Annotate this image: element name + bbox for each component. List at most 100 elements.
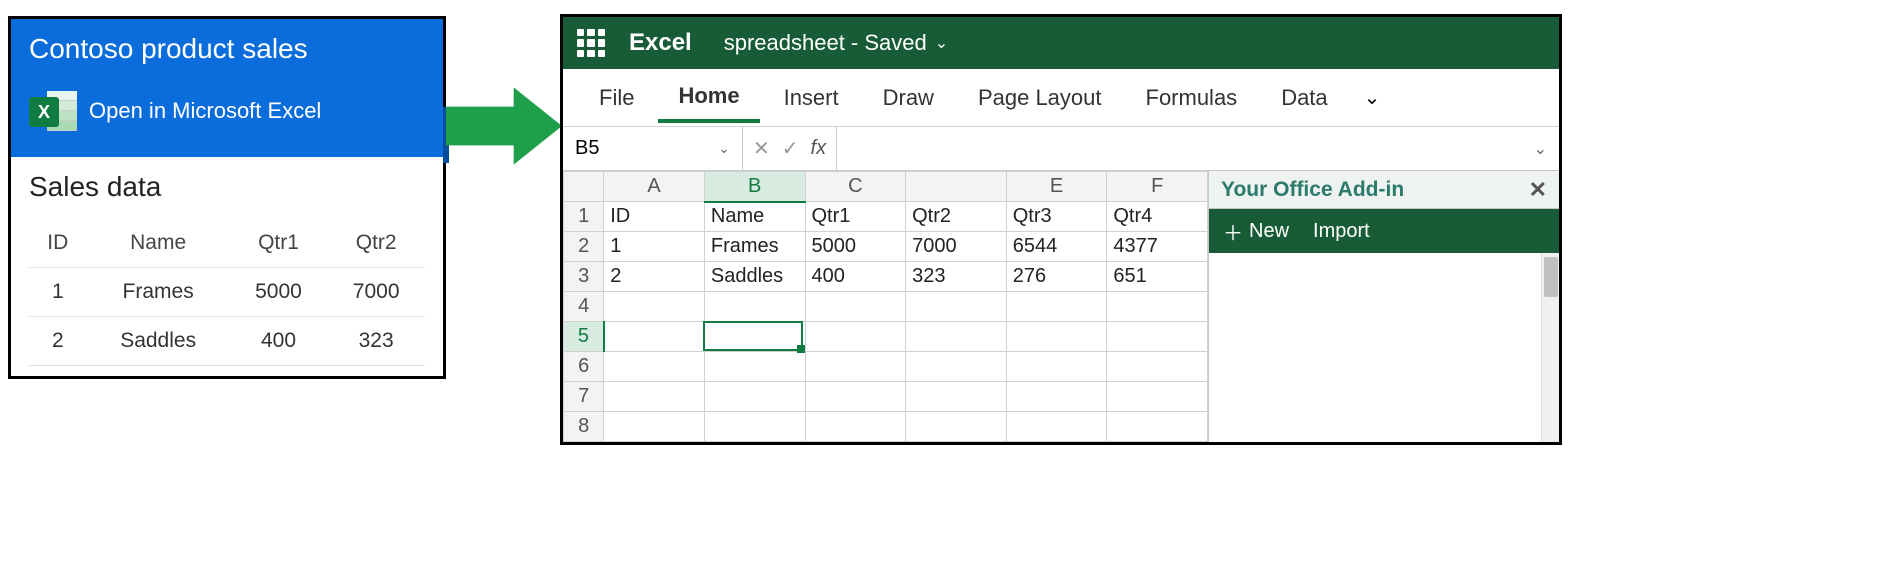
cell[interactable] bbox=[704, 352, 805, 382]
cell[interactable]: 5000 bbox=[805, 232, 906, 262]
cell[interactable] bbox=[704, 322, 805, 352]
cell[interactable] bbox=[805, 292, 906, 322]
cell[interactable]: Name bbox=[704, 202, 805, 232]
table-row: 1Frames50007000 bbox=[29, 268, 425, 317]
tab-formulas[interactable]: Formulas bbox=[1126, 75, 1258, 121]
formula-input[interactable] bbox=[837, 127, 1522, 170]
scrollbar[interactable] bbox=[1541, 253, 1559, 442]
row-header[interactable]: 7 bbox=[564, 382, 604, 412]
cell[interactable]: Qtr4 bbox=[1107, 202, 1208, 232]
plus-icon: ＋ bbox=[1223, 217, 1243, 246]
cell[interactable]: Qtr2 bbox=[906, 202, 1007, 232]
row-header[interactable]: 5 bbox=[564, 322, 604, 352]
cell[interactable] bbox=[604, 412, 705, 442]
task-pane-title: Your Office Add-in bbox=[1221, 178, 1404, 202]
cell[interactable]: Frames bbox=[704, 232, 805, 262]
chevron-down-icon[interactable]: ⌄ bbox=[935, 33, 948, 53]
cell[interactable]: Saddles bbox=[704, 262, 805, 292]
row-header[interactable]: 1 bbox=[564, 202, 604, 232]
name-box[interactable]: B5 ⌄ bbox=[563, 127, 743, 170]
document-name[interactable]: spreadsheet - Saved bbox=[724, 30, 927, 56]
scrollbar-thumb[interactable] bbox=[1544, 257, 1558, 297]
cell[interactable]: ID bbox=[604, 202, 705, 232]
chevron-down-icon[interactable]: ⌄ bbox=[1522, 139, 1559, 159]
column-header[interactable]: E bbox=[1006, 172, 1107, 202]
cell[interactable] bbox=[1006, 292, 1107, 322]
cell[interactable]: 323 bbox=[906, 262, 1007, 292]
column-header[interactable]: F bbox=[1107, 172, 1208, 202]
cell[interactable] bbox=[1107, 382, 1208, 412]
excel-window: Excel spreadsheet - Saved ⌄ FileHomeInse… bbox=[560, 14, 1562, 445]
contoso-body: Sales data IDNameQtr1Qtr2 1Frames5000700… bbox=[11, 157, 443, 376]
cell[interactable] bbox=[704, 382, 805, 412]
cell[interactable]: 4377 bbox=[1107, 232, 1208, 262]
table-header: ID bbox=[29, 219, 87, 268]
cell[interactable] bbox=[906, 352, 1007, 382]
fx-icon[interactable]: fx bbox=[811, 137, 827, 160]
app-name: Excel bbox=[629, 29, 692, 57]
import-button[interactable]: Import bbox=[1313, 220, 1370, 243]
cell[interactable] bbox=[1107, 292, 1208, 322]
cell[interactable] bbox=[1006, 352, 1107, 382]
arrow-icon bbox=[446, 86, 562, 166]
column-header[interactable]: C bbox=[805, 172, 906, 202]
cell[interactable] bbox=[906, 382, 1007, 412]
chevron-down-icon[interactable]: ⌄ bbox=[1352, 85, 1393, 110]
sales-data-heading: Sales data bbox=[29, 171, 425, 203]
row-header[interactable]: 4 bbox=[564, 292, 604, 322]
cell[interactable]: Qtr3 bbox=[1006, 202, 1107, 232]
cell[interactable] bbox=[1006, 382, 1107, 412]
cell[interactable] bbox=[805, 382, 906, 412]
cell[interactable] bbox=[704, 292, 805, 322]
column-header[interactable]: A bbox=[604, 172, 705, 202]
row-header[interactable]: 2 bbox=[564, 232, 604, 262]
close-icon[interactable]: ✕ bbox=[1529, 177, 1547, 203]
app-launcher-icon[interactable] bbox=[577, 29, 605, 57]
cell[interactable] bbox=[704, 412, 805, 442]
accept-icon[interactable]: ✓ bbox=[782, 136, 799, 161]
tab-insert[interactable]: Insert bbox=[764, 75, 859, 121]
cell[interactable] bbox=[805, 412, 906, 442]
excel-titlebar: Excel spreadsheet - Saved ⌄ bbox=[563, 17, 1559, 69]
cell[interactable] bbox=[604, 382, 705, 412]
cell[interactable] bbox=[1006, 412, 1107, 442]
cell[interactable] bbox=[1107, 322, 1208, 352]
row-header[interactable]: 3 bbox=[564, 262, 604, 292]
tab-file[interactable]: File bbox=[579, 75, 654, 121]
cell[interactable]: Qtr1 bbox=[805, 202, 906, 232]
cell[interactable] bbox=[906, 292, 1007, 322]
open-in-excel-link[interactable]: X Open in Microsoft Excel bbox=[29, 89, 425, 133]
tab-home[interactable]: Home bbox=[658, 73, 759, 123]
cell[interactable] bbox=[805, 352, 906, 382]
spreadsheet-grid[interactable]: ABCEF1IDNameQtr1Qtr2Qtr3Qtr421Frames5000… bbox=[563, 171, 1208, 442]
select-all-corner[interactable] bbox=[564, 172, 604, 202]
tab-draw[interactable]: Draw bbox=[863, 75, 954, 121]
cell[interactable]: 400 bbox=[805, 262, 906, 292]
column-header[interactable] bbox=[906, 172, 1007, 202]
cell[interactable]: 651 bbox=[1107, 262, 1208, 292]
cell[interactable]: 276 bbox=[1006, 262, 1107, 292]
cancel-icon[interactable]: ✕ bbox=[753, 136, 770, 161]
tab-page-layout[interactable]: Page Layout bbox=[958, 75, 1122, 121]
cell[interactable]: 2 bbox=[604, 262, 705, 292]
tab-data[interactable]: Data bbox=[1261, 75, 1347, 121]
cell[interactable] bbox=[1107, 352, 1208, 382]
cell[interactable] bbox=[604, 322, 705, 352]
cell[interactable] bbox=[1006, 322, 1107, 352]
row-header[interactable]: 6 bbox=[564, 352, 604, 382]
cell[interactable]: 7000 bbox=[906, 232, 1007, 262]
contoso-panel: Contoso product sales X Open in Microsof… bbox=[8, 16, 446, 379]
cell[interactable]: 6544 bbox=[1006, 232, 1107, 262]
ribbon-tabs: FileHomeInsertDrawPage LayoutFormulasDat… bbox=[563, 69, 1559, 127]
chevron-down-icon[interactable]: ⌄ bbox=[718, 140, 730, 157]
cell[interactable] bbox=[906, 412, 1007, 442]
cell[interactable] bbox=[805, 322, 906, 352]
new-button[interactable]: ＋ New bbox=[1223, 217, 1289, 246]
row-header[interactable]: 8 bbox=[564, 412, 604, 442]
cell[interactable] bbox=[906, 322, 1007, 352]
cell[interactable] bbox=[604, 352, 705, 382]
column-header[interactable]: B bbox=[704, 172, 805, 202]
cell[interactable] bbox=[1107, 412, 1208, 442]
cell[interactable]: 1 bbox=[604, 232, 705, 262]
cell[interactable] bbox=[604, 292, 705, 322]
